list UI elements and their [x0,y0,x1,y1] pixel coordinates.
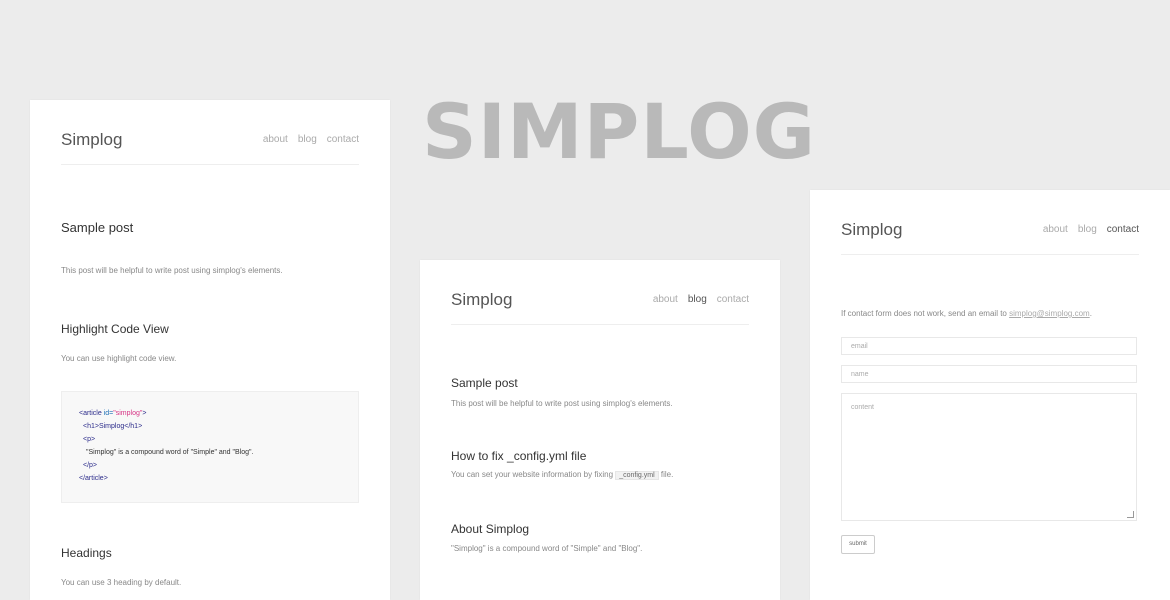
email-link[interactable]: simplog@simplog.com [1009,309,1090,318]
resize-handle-icon[interactable] [1127,511,1134,518]
section-heading-highlight: Highlight Code View [61,322,169,336]
code-line: "Simplog" is a compound word of "Simple"… [86,449,254,456]
post-excerpt: You can set your website information by … [451,470,674,480]
post-excerpt: "Simplog" is a compound word of "Simple"… [451,544,643,553]
main-nav: about blog contact [653,294,749,305]
nav-blog[interactable]: blog [1078,224,1097,235]
code-block: <article id="simplog"> <h1>Simplog</h1> … [61,391,359,503]
nav-blog[interactable]: blog [688,294,707,305]
nav-contact[interactable]: contact [717,294,749,305]
hero-title: SIMPLOG [422,87,817,176]
nav-about[interactable]: about [263,134,288,145]
code-line: <p> [83,436,96,443]
contact-page-card: Simplog about blog contact If contact fo… [810,190,1170,600]
brand-logo[interactable]: Simplog [61,130,122,150]
nav-about[interactable]: about [653,294,678,305]
site-header: Simplog about blog contact [61,130,359,165]
brand-logo[interactable]: Simplog [451,290,512,310]
name-field[interactable]: name [841,365,1137,383]
main-nav: about blog contact [1043,224,1139,235]
code-line: </article> [79,475,108,482]
section-text-highlight: You can use highlight code view. [61,354,177,363]
blog-page-card: Simplog about blog contact Sample post T… [420,260,780,600]
section-heading-headings: Headings [61,546,112,560]
post-excerpt: This post will be helpful to write post … [451,399,673,408]
inline-code: _config.yml [615,471,659,480]
content-textarea[interactable]: content [841,393,1137,521]
nav-contact[interactable]: contact [327,134,359,145]
section-text-headings: You can use 3 heading by default. [61,578,182,587]
contact-notice: If contact form does not work, send an e… [841,309,1092,318]
nav-about[interactable]: about [1043,224,1068,235]
post-title: Sample post [61,220,134,235]
code-line: </p> [83,462,98,469]
main-nav: about blog contact [263,134,359,145]
post-link-title[interactable]: How to fix _config.yml file [451,449,586,463]
post-link-title[interactable]: About Simplog [451,522,529,536]
post-link-title[interactable]: Sample post [451,376,518,390]
nav-contact[interactable]: contact [1107,224,1139,235]
email-field[interactable]: email [841,337,1137,355]
brand-logo[interactable]: Simplog [841,220,902,240]
site-header: Simplog about blog contact [841,220,1139,255]
post-description: This post will be helpful to write post … [61,266,283,275]
nav-blog[interactable]: blog [298,134,317,145]
code-line: <article id="simplog"> [79,410,147,417]
submit-button[interactable]: submit [841,535,875,554]
site-header: Simplog about blog contact [451,290,749,325]
code-line: <h1>Simplog</h1> [83,423,143,430]
post-page-card: Simplog about blog contact Sample post T… [30,100,390,600]
